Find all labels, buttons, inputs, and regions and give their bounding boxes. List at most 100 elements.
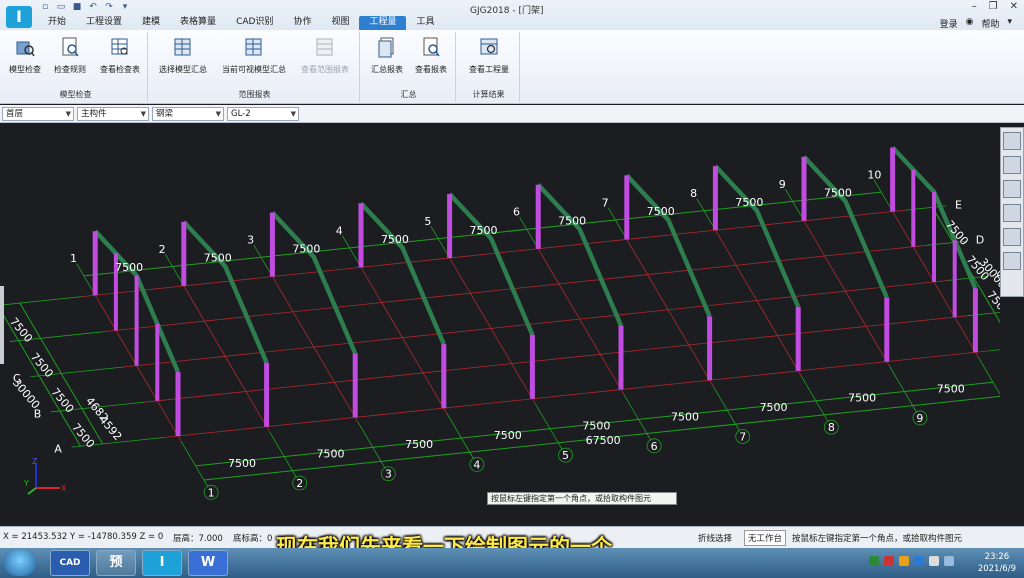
tab-project-settings[interactable]: 工程设置: [76, 16, 132, 30]
2d-view-icon[interactable]: [1003, 156, 1021, 174]
model-check-icon: [16, 41, 35, 57]
status-hint: 按鼠标左键指定第一个角点，或拾取构件图元: [792, 534, 963, 544]
group-model-check: 模型检查 检查规则 查看检查表 模型检查: [4, 32, 148, 102]
chevron-down-icon: ▼: [65, 110, 71, 118]
axis-number-label: 4: [336, 224, 343, 237]
box-view-icon[interactable]: [1003, 204, 1021, 222]
steel-rafter: [270, 211, 358, 355]
clock[interactable]: 23:26 2021/6/9: [978, 551, 1016, 575]
tray-icon[interactable]: [869, 556, 879, 566]
floor-height: 层高：7.000: [173, 534, 223, 544]
axis-number-label: 8: [690, 187, 697, 200]
open-file-icon[interactable]: ▭: [56, 2, 66, 12]
volume-icon[interactable]: [929, 556, 939, 566]
axis-number-label: 6: [513, 206, 520, 219]
base-elevation: 底标高：0: [233, 534, 273, 544]
taskbar: CAD 预 I W 23:26 2021/6/9: [0, 548, 1024, 578]
tab-cad-recognition[interactable]: CAD识别: [226, 16, 283, 30]
tab-modeling[interactable]: 建模: [132, 16, 170, 30]
member-select[interactable]: GL-2 ▼: [227, 107, 299, 121]
check-rules-icon: [62, 37, 79, 57]
select-model-summary-button[interactable]: 选择模型汇总: [154, 36, 212, 75]
view-range-report-button[interactable]: 查看范围报表: [296, 36, 354, 75]
tray-icon[interactable]: [884, 556, 894, 566]
tab-table-quantity[interactable]: 表格算量: [170, 16, 226, 30]
taskbar-app-cad[interactable]: CAD: [50, 550, 90, 576]
chevron-down-icon: ▼: [215, 110, 221, 118]
axis-number-label: 6: [651, 440, 658, 453]
axis-number-label: 9: [779, 178, 786, 191]
axis-number-label: 5: [424, 215, 431, 228]
floor-select[interactable]: 首层 ▼: [2, 107, 74, 121]
user-icon[interactable]: ◉: [966, 17, 974, 30]
grid-line-letter: [123, 280, 948, 368]
model-check-button[interactable]: 模型检查: [6, 36, 44, 75]
axis-leader-number: [269, 431, 297, 478]
type-select[interactable]: 钢梁 ▼: [152, 107, 224, 121]
group-label: 计算结果: [472, 90, 505, 99]
tab-collaboration[interactable]: 协作: [283, 16, 321, 30]
summary-report-button[interactable]: 汇总报表: [366, 36, 408, 75]
dimension-label-bay: 7500: [824, 187, 852, 200]
group-range-report: 选择模型汇总 当前可视模型汇总 查看范围报表 范围报表: [150, 32, 360, 102]
undo-icon[interactable]: ↶: [88, 2, 98, 12]
dimension-label-total-width: 30000: [10, 376, 42, 411]
axis-leader-number: [800, 375, 829, 423]
taskbar-app-gjg[interactable]: I: [142, 550, 182, 576]
orbit-icon[interactable]: [1003, 132, 1021, 150]
selection-mode[interactable]: 折线选择: [698, 532, 732, 544]
chevron-down-icon: ▼: [290, 110, 296, 118]
tray-icon[interactable]: [914, 556, 924, 566]
taskbar-app-wps[interactable]: W: [188, 550, 228, 576]
taskbar-app-preview[interactable]: 预: [96, 550, 136, 576]
minimize-icon[interactable]: –: [972, 1, 977, 12]
axis-leader-number: [180, 441, 209, 488]
customize-icon[interactable]: ▾: [120, 2, 130, 12]
dimension-label-bay: 7500: [317, 447, 345, 460]
network-icon[interactable]: [944, 556, 954, 566]
redo-icon[interactable]: ↷: [104, 2, 114, 12]
check-table-icon: [111, 38, 128, 55]
start-button[interactable]: [4, 550, 36, 576]
check-rules-button[interactable]: 检查规则: [50, 36, 90, 75]
axis-leader-number: [357, 422, 386, 469]
axis-number-label: 5: [562, 449, 569, 462]
dimension-label-bay: 7500: [381, 233, 409, 246]
zoom-extents-icon[interactable]: [1003, 252, 1021, 270]
new-file-icon[interactable]: ▫: [40, 2, 50, 12]
axis-number-label: 1: [208, 486, 215, 499]
help-link[interactable]: 帮助: [981, 17, 999, 30]
axis-leader-number: [623, 394, 652, 441]
view-report-icon: [423, 37, 440, 57]
visible-model-summary-button[interactable]: 当前可视模型汇总: [216, 36, 292, 75]
tab-quantities[interactable]: 工程量: [359, 16, 407, 30]
z-axis-label: Z: [32, 458, 38, 466]
3d-view-icon[interactable]: [1003, 180, 1021, 198]
group-label: 汇总: [400, 90, 417, 99]
viewport-edge-tab[interactable]: [0, 286, 4, 364]
tab-tools[interactable]: 工具: [406, 16, 444, 30]
tab-view[interactable]: 视图: [321, 16, 359, 30]
restore-icon[interactable]: ❐: [989, 1, 998, 12]
app-logo[interactable]: I: [6, 6, 32, 28]
view-quantities-button[interactable]: 查看工程量: [462, 36, 516, 75]
login-link[interactable]: 登录: [940, 17, 958, 30]
clock-date: 2021/6/9: [977, 564, 1016, 574]
dimension-label-bay: 7500: [228, 457, 256, 470]
close-icon[interactable]: ✕: [1010, 1, 1018, 12]
axis-letter-label: E: [955, 199, 962, 212]
chevron-down-icon[interactable]: ▾: [1007, 17, 1012, 30]
3d-viewport[interactable]: 1122334455667788991010AABBCCDDEE75007500…: [0, 124, 1024, 524]
view-check-table-button[interactable]: 查看检查表: [96, 36, 144, 75]
dimension-label-total-length: 67500: [586, 434, 621, 447]
axis-letter-label: A: [54, 443, 62, 456]
axis-leader-letter: [988, 349, 1000, 352]
view-report-button[interactable]: 查看报表: [410, 36, 452, 75]
rotate-icon[interactable]: [1003, 228, 1021, 246]
work-plane-select[interactable]: 无工作台: [744, 530, 787, 546]
category-select[interactable]: 主构件 ▼: [77, 107, 149, 121]
tray-icon[interactable]: [899, 556, 909, 566]
group-label: 范围报表: [238, 90, 271, 99]
save-icon[interactable]: ■: [72, 2, 82, 12]
tab-start[interactable]: 开始: [38, 16, 76, 30]
